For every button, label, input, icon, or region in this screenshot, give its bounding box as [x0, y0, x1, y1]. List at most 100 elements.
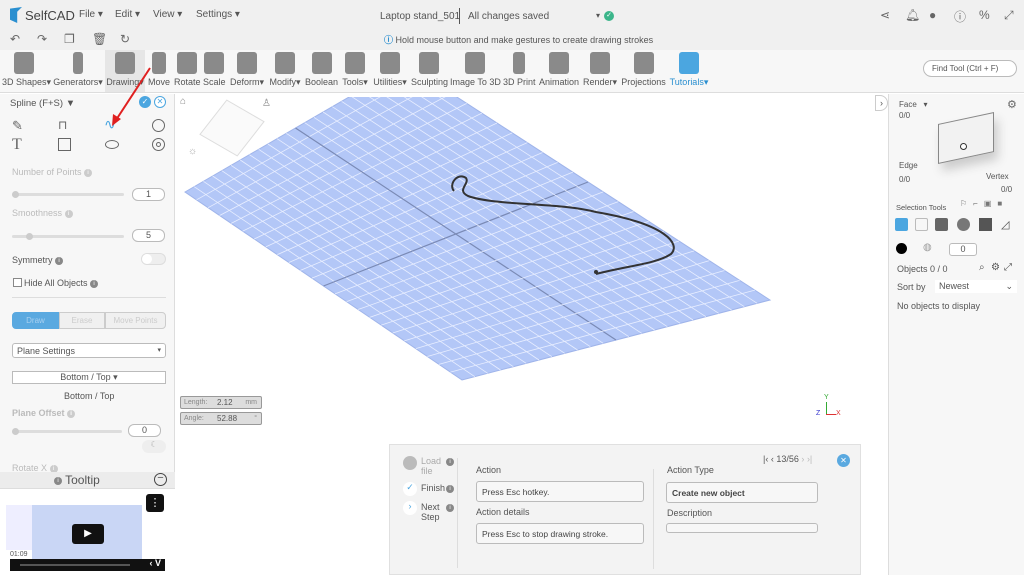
tool-image-to-3d[interactable]: Image To 3D: [450, 52, 501, 87]
fullscreen-icon[interactable]: ⤢: [1004, 8, 1014, 23]
action-type-field[interactable]: Create new object: [666, 482, 818, 503]
smoothness-stepper[interactable]: 5: [132, 229, 165, 242]
plane-select-icon[interactable]: ◿: [1001, 218, 1009, 231]
logo[interactable]: SelfCAD: [10, 7, 75, 23]
refresh-icon[interactable]: ↻: [120, 32, 130, 46]
number-of-points-slider[interactable]: [12, 191, 124, 198]
tool-deform[interactable]: Deform▾: [229, 52, 265, 88]
tool-rotate[interactable]: Rotate: [174, 52, 201, 87]
tutorial-video[interactable]: ▶ ⋮ 01:09 ‹ V: [0, 490, 175, 575]
collapse-icon[interactable]: −: [154, 473, 167, 486]
copy-icon[interactable]: ❐: [64, 32, 75, 46]
play-icon[interactable]: ▶: [72, 524, 104, 544]
cancel-button[interactable]: ✕: [154, 96, 166, 108]
smoothness-slider[interactable]: [12, 233, 124, 240]
user-icon[interactable]: ●: [929, 8, 936, 22]
find-tool-input[interactable]: Find Tool (Ctrl + F): [923, 60, 1017, 77]
color-swatch[interactable]: [896, 243, 907, 254]
panel-title[interactable]: Spline (F+S) ▼: [10, 98, 75, 109]
document-title[interactable]: Laptop stand_501: [380, 11, 460, 22]
angle-readout[interactable]: Angle: 52.88 °: [180, 412, 262, 425]
description-field[interactable]: [666, 523, 818, 533]
tool-projections[interactable]: Projections: [621, 52, 666, 87]
plane-offset-slider[interactable]: [12, 428, 122, 435]
settings-icon[interactable]: ⚙: [991, 262, 1000, 273]
step-pager[interactable]: |‹ ‹ 13/56 › ›|: [763, 454, 812, 464]
next-step-button[interactable]: Next Step: [421, 502, 443, 522]
light-icon[interactable]: ♙: [262, 98, 271, 109]
text-icon[interactable]: T: [12, 136, 22, 154]
bell-icon[interactable]: 🔔︎: [905, 8, 920, 22]
bulb-icon[interactable]: ☼: [188, 146, 197, 157]
rectangle-icon[interactable]: [58, 138, 71, 151]
home-icon[interactable]: ⌂: [180, 96, 186, 107]
chevron-down-icon[interactable]: ▾: [596, 11, 600, 20]
draw-mode-button[interactable]: Draw: [12, 312, 59, 329]
selection-mode-icons[interactable]: ⚐⌐▣■: [960, 199, 1008, 208]
tooltip-header[interactable]: i Tooltip −: [0, 472, 175, 489]
tool-generators[interactable]: Generators▾: [52, 52, 104, 88]
tool-move[interactable]: Move: [148, 52, 170, 87]
menu-file[interactable]: File ▾: [79, 9, 103, 20]
sphere-select-icon[interactable]: [957, 218, 970, 231]
symmetry-toggle[interactable]: [141, 253, 166, 265]
tool-modify[interactable]: Modify▾: [268, 52, 302, 88]
load-file-step[interactable]: Load file: [421, 456, 443, 476]
wire-select-icon[interactable]: [915, 218, 928, 231]
redo-icon[interactable]: ↷: [37, 32, 47, 46]
value-stepper[interactable]: 0: [949, 243, 977, 256]
tool-3d-print[interactable]: 3D Print: [503, 52, 536, 87]
confirm-button[interactable]: ✓: [139, 96, 151, 108]
tool-animation[interactable]: Animation: [539, 52, 579, 87]
plane-settings-select[interactable]: Plane Settings ▾: [12, 343, 166, 358]
circle-icon[interactable]: [152, 119, 165, 132]
action-details-field[interactable]: Press Esc to stop drawing stroke.: [476, 523, 644, 544]
menu-settings[interactable]: Settings ▾: [196, 9, 240, 20]
gear-icon[interactable]: ⚙: [1007, 98, 1017, 111]
length-readout[interactable]: Length: 2.12 mm: [180, 396, 262, 409]
tool-tutorials[interactable]: Tutorials▾: [669, 52, 709, 88]
tool-3d-shapes[interactable]: 3D Shapes▾: [2, 52, 51, 88]
vertex-label[interactable]: Vertex: [986, 172, 1009, 181]
brush-icon[interactable]: ✎: [12, 118, 23, 134]
hide-objects-checkbox[interactable]: [13, 278, 22, 287]
cube-select-icon[interactable]: [895, 218, 908, 231]
solid-select-icon[interactable]: [979, 218, 992, 231]
close-icon[interactable]: ✕: [837, 454, 850, 467]
delete-icon[interactable]: 🗑︎: [92, 32, 107, 46]
plane-dropdown[interactable]: Bottom / Top ▾: [12, 371, 166, 384]
menu-edit[interactable]: Edit ▾: [115, 9, 140, 20]
share-icon[interactable]: ⋖: [880, 8, 890, 22]
reset-icon[interactable]: ☾: [142, 440, 166, 453]
sort-select[interactable]: Newest ⌄: [935, 280, 1017, 293]
plane-offset-stepper[interactable]: 0: [128, 424, 161, 437]
grid-select-icon[interactable]: [935, 218, 948, 231]
tool-tools[interactable]: Tools▾: [341, 52, 369, 88]
polyline-icon[interactable]: ⊓: [58, 118, 67, 132]
texture-icon[interactable]: ◍: [923, 242, 932, 253]
expand-icon[interactable]: ⤢: [1004, 262, 1012, 273]
action-field[interactable]: Press Esc hotkey.: [476, 481, 644, 502]
tool-boolean[interactable]: Boolean: [305, 52, 338, 87]
ring-icon[interactable]: [152, 138, 165, 151]
face-selector[interactable]: Face ▾: [899, 100, 927, 109]
search-icon[interactable]: ⌕: [979, 262, 985, 273]
info-icon[interactable]: ⓘ: [954, 8, 966, 25]
more-icon[interactable]: ⋮: [146, 494, 164, 512]
move-points-button[interactable]: Move Points: [105, 312, 166, 329]
edge-label[interactable]: Edge: [899, 161, 918, 170]
video-controls[interactable]: ‹ V: [10, 558, 165, 571]
spline-icon[interactable]: ∿: [104, 116, 116, 133]
tool-drawing[interactable]: Drawing▾: [105, 50, 145, 92]
number-of-points-stepper[interactable]: 1: [132, 188, 165, 201]
tool-render[interactable]: Render▾: [582, 52, 618, 88]
ellipse-icon[interactable]: [105, 140, 119, 149]
menu-view[interactable]: View ▾: [153, 9, 182, 20]
erase-mode-button[interactable]: Erase: [59, 312, 105, 329]
percent-icon[interactable]: %: [979, 8, 990, 22]
undo-icon[interactable]: ↶: [10, 32, 20, 46]
tool-utilities[interactable]: Utilities▾: [371, 52, 409, 88]
finish-step[interactable]: Finish: [421, 483, 445, 493]
tool-sculpting[interactable]: Sculpting: [411, 52, 448, 87]
tool-scale[interactable]: Scale: [203, 52, 226, 87]
